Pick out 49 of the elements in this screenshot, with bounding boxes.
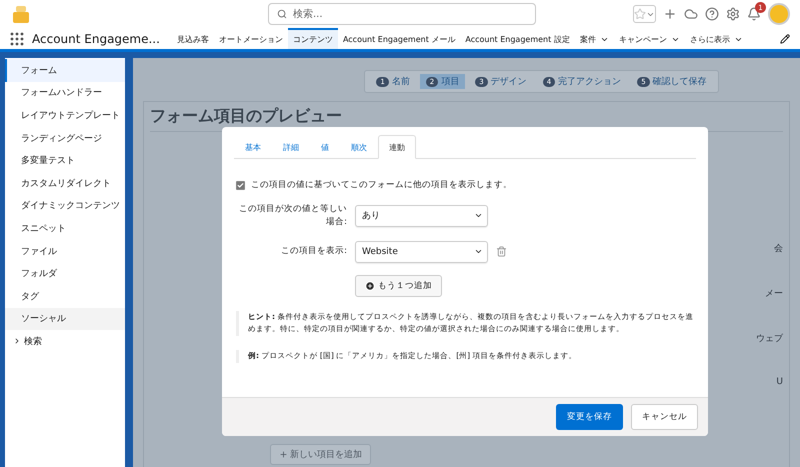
sidebar-item[interactable]: ソーシャル — [5, 308, 125, 330]
plus-icon — [279, 450, 288, 459]
app-launcher-icon[interactable] — [10, 32, 24, 46]
nav-tab[interactable]: 見込み客 — [172, 28, 214, 49]
nav-tab[interactable]: さらに表示 — [684, 28, 748, 49]
add-icon[interactable] — [663, 7, 677, 21]
tab[interactable]: 詳細 — [272, 135, 310, 159]
chevron-right-icon — [13, 337, 21, 346]
plus-circle-icon — [365, 280, 375, 290]
nav-tab[interactable]: コンテンツ — [288, 28, 338, 49]
nav-tab[interactable]: 案件 — [574, 28, 614, 49]
tab[interactable]: 値 — [310, 135, 340, 159]
help-icon[interactable] — [705, 7, 719, 21]
field-label: メー — [764, 288, 783, 300]
notifications-icon[interactable] — [747, 7, 761, 21]
field-label: 会 — [773, 242, 783, 255]
edit-icon[interactable] — [780, 34, 790, 44]
chevron-down-icon — [474, 247, 483, 256]
nav-tab[interactable]: オートメーション — [214, 28, 288, 49]
cancel-button[interactable]: キャンセル — [631, 404, 698, 430]
chevron-down-icon — [670, 35, 680, 44]
star-icon — [634, 8, 646, 20]
tab[interactable]: 基本 — [234, 135, 272, 159]
field-label: この項目を表示: — [280, 245, 347, 258]
save-button[interactable]: 変更を保存 — [556, 404, 623, 430]
tab[interactable]: 連動 — [378, 135, 416, 159]
cloud-icon[interactable] — [684, 7, 698, 21]
nav-tab[interactable]: Account Engagement メール — [338, 28, 460, 49]
sidebar-item[interactable]: フォーム — [5, 59, 125, 82]
field-label: ウェブ — [755, 332, 783, 345]
field-label: U — [775, 377, 783, 387]
tab[interactable]: 順次 — [340, 135, 378, 159]
checkbox[interactable] — [236, 180, 245, 190]
checkbox-label: この項目の値に基づいてこのフォームに他の項目を表示します。 — [251, 179, 512, 191]
add-more-button[interactable]: もう１つ追加 — [355, 274, 442, 296]
chevron-down-icon — [734, 35, 743, 44]
trash-icon[interactable] — [496, 246, 507, 257]
settings-icon[interactable] — [726, 7, 740, 21]
select-field[interactable]: あり — [355, 204, 488, 227]
logo-icon — [10, 3, 32, 25]
nav-tab[interactable]: Account Engagement 設定 — [460, 28, 575, 49]
field-label: この項目が次の値と等しい場合: — [238, 203, 347, 228]
select-field[interactable]: Website — [355, 240, 488, 262]
app-name: Account Engageme... — [32, 32, 160, 46]
nav-tab[interactable]: キャンペーン — [614, 28, 685, 49]
add-field-button[interactable]: 新しい項目を追加 — [270, 444, 371, 465]
chevron-down-icon — [600, 35, 609, 44]
search-field[interactable]: 検索... — [268, 3, 536, 25]
search-icon — [277, 9, 287, 19]
